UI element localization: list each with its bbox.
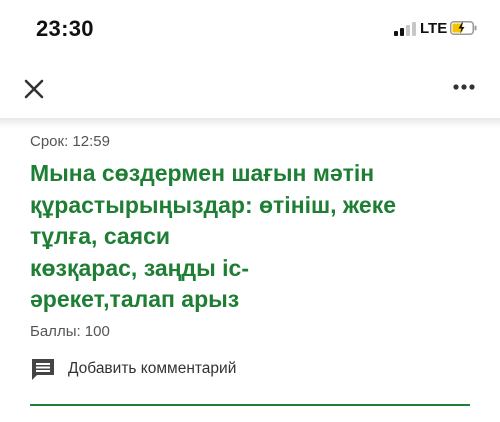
app-bar-shadow <box>0 118 500 128</box>
add-comment-label: Добавить комментарий <box>68 360 237 377</box>
comment-icon <box>30 357 56 381</box>
status-bar: 23:30 LTE <box>0 0 500 60</box>
section-divider <box>30 404 470 406</box>
assignment-details: Срок: 12:59 Мына сөздермен шағын мәтін қ… <box>30 132 480 342</box>
signal-icon <box>394 22 416 36</box>
assignment-title: Мына сөздермен шағын мәтін құрастырыңызд… <box>30 160 397 312</box>
assignment-deadline: Срок: 12:59 <box>30 133 110 150</box>
more-horizontal-icon[interactable] <box>452 80 478 94</box>
battery-icon <box>450 21 477 35</box>
assignment-points: Баллы: 100 <box>30 322 110 340</box>
network-type: LTE <box>420 20 448 37</box>
add-comment-button[interactable]: Добавить комментарий <box>30 356 236 382</box>
app-bar <box>0 60 500 118</box>
close-icon[interactable] <box>22 77 46 101</box>
status-time: 23:30 <box>36 16 94 41</box>
